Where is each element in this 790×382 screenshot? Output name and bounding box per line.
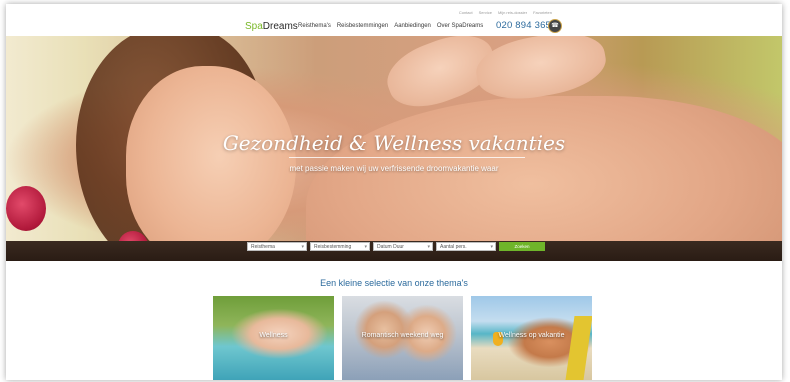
util-link-service[interactable]: Service xyxy=(479,10,492,15)
search-button[interactable]: Zoeken xyxy=(499,242,545,251)
hero-banner: Gezondheid & Wellness vakanties met pass… xyxy=(6,36,782,261)
nav-item-reisthemas[interactable]: Reisthema's xyxy=(298,23,331,29)
theme-card-wellness-vakantie[interactable]: Wellness op vakantie xyxy=(471,296,592,380)
theme-card-romantisch[interactable]: Romantisch weekend weg xyxy=(342,296,463,380)
nav-item-reisbestemmingen[interactable]: Reisbestemmingen xyxy=(337,23,388,29)
theme-card-label: Wellness op vakantie xyxy=(498,332,565,339)
page-frame: Contact Service Mijn reis-dossier Favori… xyxy=(6,4,782,380)
section-title: Een kleine selectie van onze thema's xyxy=(320,278,468,288)
theme-card-wellness[interactable]: Wellness xyxy=(213,296,334,380)
hero-shoulder-image xyxy=(306,96,782,261)
nav-item-over-spadreams[interactable]: Over SpaDreams xyxy=(437,23,483,29)
theme-card-label: Romantisch weekend weg xyxy=(361,332,444,339)
beach-chair-image xyxy=(565,316,592,380)
logo-spa: Spa xyxy=(245,21,263,32)
logo-dreams: Dreams xyxy=(262,21,298,32)
chevron-down-icon: ▾ xyxy=(427,244,430,250)
site-header: Contact Service Mijn reis-dossier Favori… xyxy=(6,4,782,36)
util-link-dossier[interactable]: Mijn reis-dossier xyxy=(498,10,527,15)
search-bar: Reisthema ▾ Reisbestemming ▾ Datum Duur ▾ A… xyxy=(247,242,545,251)
nav-item-aanbiedingen[interactable]: Aanbiedingen xyxy=(394,23,431,29)
util-link-favorites[interactable]: Favorieten xyxy=(533,10,552,15)
theme-card-label: Wellness xyxy=(259,332,288,339)
util-link-contact[interactable]: Contact xyxy=(459,10,473,15)
site-logo[interactable]: SpaDreams xyxy=(245,21,298,32)
phone-badge-icon: ☎ xyxy=(548,19,562,33)
chevron-down-icon: ▾ xyxy=(301,244,304,250)
select-aantal-label: Aantal pers. xyxy=(440,244,467,250)
utility-links: Contact Service Mijn reis-dossier Favori… xyxy=(459,10,552,15)
select-aantal-personen[interactable]: Aantal pers. ▾ xyxy=(436,242,496,251)
main-nav: Reisthema's Reisbestemmingen Aanbiedinge… xyxy=(298,23,483,29)
select-reisthema-label: Reisthema xyxy=(251,244,275,250)
select-reisbestemming[interactable]: Reisbestemming ▾ xyxy=(310,242,370,251)
hero-subtitle: met passie maken wij uw verfrissende dro… xyxy=(289,164,499,173)
chevron-down-icon: ▾ xyxy=(490,244,493,250)
chevron-down-icon: ▾ xyxy=(364,244,367,250)
select-datum-duur-label: Datum Duur xyxy=(377,244,404,250)
hero-flower-image xyxy=(6,186,46,231)
select-datum-duur[interactable]: Datum Duur ▾ xyxy=(373,242,433,251)
select-reisbestemming-label: Reisbestemming xyxy=(314,244,352,250)
hero-title: Gezondheid & Wellness vakanties xyxy=(222,131,566,155)
hero-divider xyxy=(289,157,525,158)
select-reisthema[interactable]: Reisthema ▾ xyxy=(247,242,307,251)
